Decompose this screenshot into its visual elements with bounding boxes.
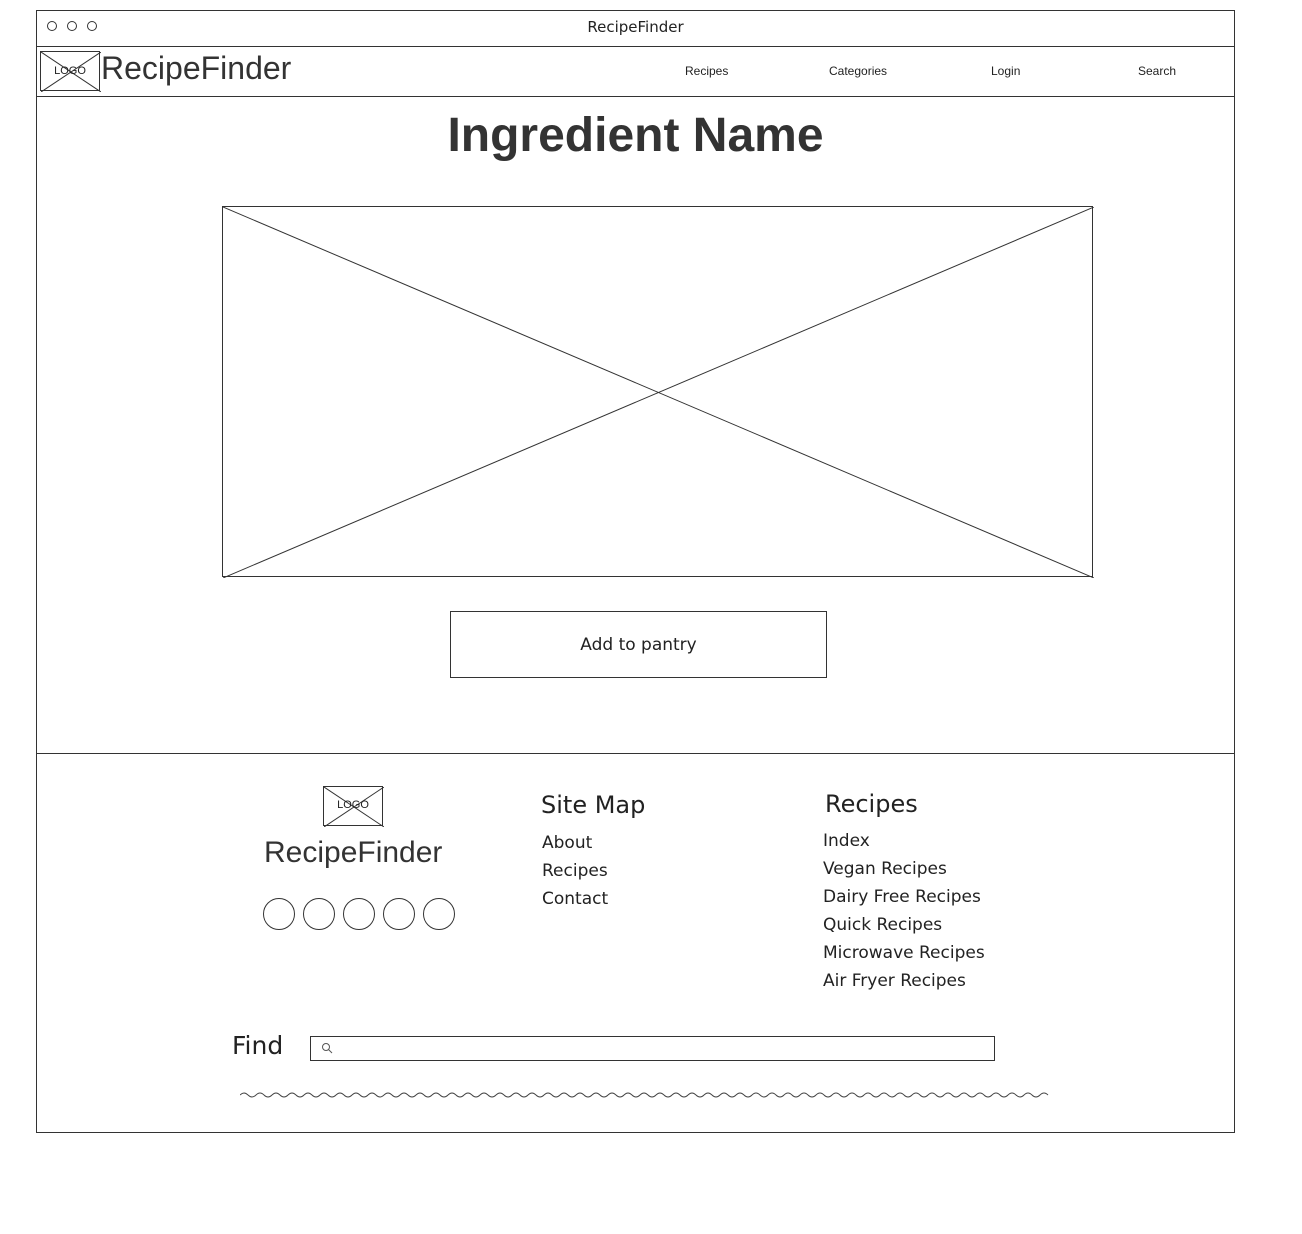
ingredient-image-placeholder xyxy=(222,206,1094,578)
footer-link-index[interactable]: Index xyxy=(823,831,870,851)
logo-label: LOGO xyxy=(54,65,86,77)
nav-categories[interactable]: Categories xyxy=(829,64,887,78)
social-icon-1[interactable] xyxy=(263,898,295,930)
footer-link-microwave-recipes[interactable]: Microwave Recipes xyxy=(823,943,985,963)
footer-link-about[interactable]: About xyxy=(542,833,592,853)
site-brand[interactable]: RecipeFinder xyxy=(101,50,291,87)
fine-print-placeholder xyxy=(240,1092,1049,1098)
footer-search-box[interactable] xyxy=(310,1036,995,1061)
header-logo[interactable]: LOGO xyxy=(40,51,101,92)
recipes-heading: Recipes xyxy=(825,790,918,818)
footer-link-recipes[interactable]: Recipes xyxy=(542,861,608,881)
social-icon-4[interactable] xyxy=(383,898,415,930)
add-to-pantry-button[interactable]: Add to pantry xyxy=(450,611,827,678)
social-icon-5[interactable] xyxy=(423,898,455,930)
title-bar: RecipeFinder xyxy=(36,10,1235,47)
nav-search[interactable]: Search xyxy=(1138,64,1176,78)
footer-logo[interactable]: LOGO xyxy=(323,786,384,827)
social-icon-2[interactable] xyxy=(303,898,335,930)
search-icon xyxy=(322,1043,333,1054)
footer-link-vegan-recipes[interactable]: Vegan Recipes xyxy=(823,859,947,879)
footer-search-input[interactable] xyxy=(339,1039,983,1059)
footer-link-dairy-free-recipes[interactable]: Dairy Free Recipes xyxy=(823,887,981,907)
footer-link-air-fryer-recipes[interactable]: Air Fryer Recipes xyxy=(823,971,966,991)
find-label: Find xyxy=(232,1031,284,1060)
page-title: Ingredient Name xyxy=(447,109,824,162)
nav-recipes[interactable]: Recipes xyxy=(685,64,728,78)
site-map-heading: Site Map xyxy=(541,791,646,819)
image-placeholder-icon xyxy=(223,207,1094,578)
footer-brand: RecipeFinder xyxy=(264,836,443,869)
footer-link-quick-recipes[interactable]: Quick Recipes xyxy=(823,915,942,935)
footer-link-contact[interactable]: Contact xyxy=(542,889,608,909)
social-icon-3[interactable] xyxy=(343,898,375,930)
nav-login[interactable]: Login xyxy=(991,64,1020,78)
footer-logo-label: LOGO xyxy=(337,799,369,811)
window-title: RecipeFinder xyxy=(587,18,684,36)
